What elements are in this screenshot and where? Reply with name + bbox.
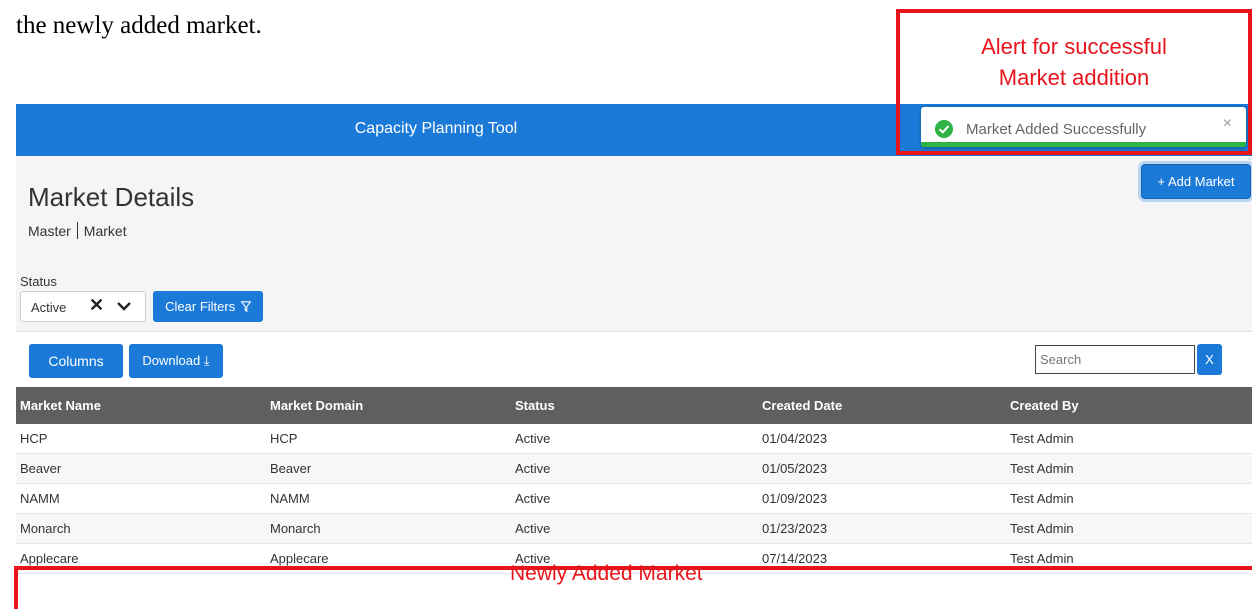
check-circle-icon [935,120,953,138]
cell-status: Active [515,431,551,446]
app-title: Capacity Planning Tool [354,120,518,137]
breadcrumb: Master Market [28,222,127,239]
breadcrumb-current: Market [83,223,127,239]
cell-market-domain: NAMM [270,491,310,506]
cell-market-domain: HCP [270,431,298,446]
cell-created-date: 07/14/2023 [762,551,828,566]
close-icon[interactable]: × [1223,115,1232,133]
cell-market-name: Beaver [20,461,62,476]
cell-market-domain: Applecare [270,551,329,566]
success-toast: Market Added Successfully × [921,107,1246,147]
status-filter-label: Status [20,274,57,289]
cell-created-date: 01/04/2023 [762,431,828,446]
cell-status: Active [515,521,551,536]
status-filter-value: Active [31,300,67,315]
breadcrumb-parent[interactable]: Master [28,223,71,239]
table-row[interactable]: Beaver Beaver Active 01/05/2023 Test Adm… [16,454,1252,484]
cell-market-domain: Beaver [270,461,312,476]
download-button[interactable]: Download ⤓ [129,344,223,378]
toast-message: Market Added Successfully [966,121,1147,138]
column-header-market-domain[interactable]: Market Domain [270,398,363,413]
breadcrumb-separator [76,222,78,239]
new-market-annotation-label: Newly Added Market [510,562,703,585]
table-row[interactable]: Monarch Monarch Active 01/23/2023 Test A… [16,514,1252,544]
cell-created-date: 01/05/2023 [762,461,828,476]
document-caption-text: the newly added market. [16,12,262,39]
cell-market-name: Applecare [20,551,79,566]
clear-filters-label: Clear Filters [165,299,236,314]
chevron-down-icon[interactable] [113,294,135,318]
table-row[interactable]: HCP HCP Active 01/04/2023 Test Admin [16,424,1252,454]
column-header-market-name[interactable]: Market Name [20,398,101,413]
alert-annotation-label: Alert for successful Market addition [896,31,1252,93]
table-row[interactable]: NAMM NAMM Active 01/09/2023 Test Admin [16,484,1252,514]
page-title: Market Details [28,182,195,212]
cell-created-date: 01/23/2023 [762,521,828,536]
column-header-created-date[interactable]: Created Date [762,398,842,413]
clear-selection-icon[interactable]: ✕ [89,295,104,316]
cell-created-by: Test Admin [1010,431,1074,446]
cell-market-name: Monarch [20,521,71,536]
cell-market-domain: Monarch [270,521,321,536]
add-market-button[interactable]: + Add Market [1141,164,1251,199]
alert-annotation-line1: Alert for successful [981,34,1167,59]
cell-status: Active [515,461,551,476]
toast-progress-bar [921,142,1246,147]
cell-created-by: Test Admin [1010,551,1074,566]
cell-created-date: 01/09/2023 [762,491,828,506]
cell-market-name: HCP [20,431,48,446]
app-window: Capacity Planning Tool Market Details Ma… [16,104,1252,609]
alert-annotation-line2: Market addition [998,65,1150,90]
clear-filters-button[interactable]: Clear Filters [153,291,263,322]
cell-created-by: Test Admin [1010,521,1074,536]
table-header-row: Market Name Market Domain Status Created… [16,387,1252,424]
columns-button[interactable]: Columns [29,344,123,378]
status-filter-select[interactable]: Active ✕ [20,291,146,322]
cell-created-by: Test Admin [1010,461,1074,476]
column-header-created-by[interactable]: Created By [1010,398,1079,413]
column-header-status[interactable]: Status [515,398,555,413]
search-input[interactable] [1035,345,1195,374]
search-clear-button[interactable]: X [1197,344,1222,375]
cell-market-name: NAMM [20,491,60,506]
cell-created-by: Test Admin [1010,491,1074,506]
filter-icon [240,301,252,313]
cell-status: Active [515,491,551,506]
